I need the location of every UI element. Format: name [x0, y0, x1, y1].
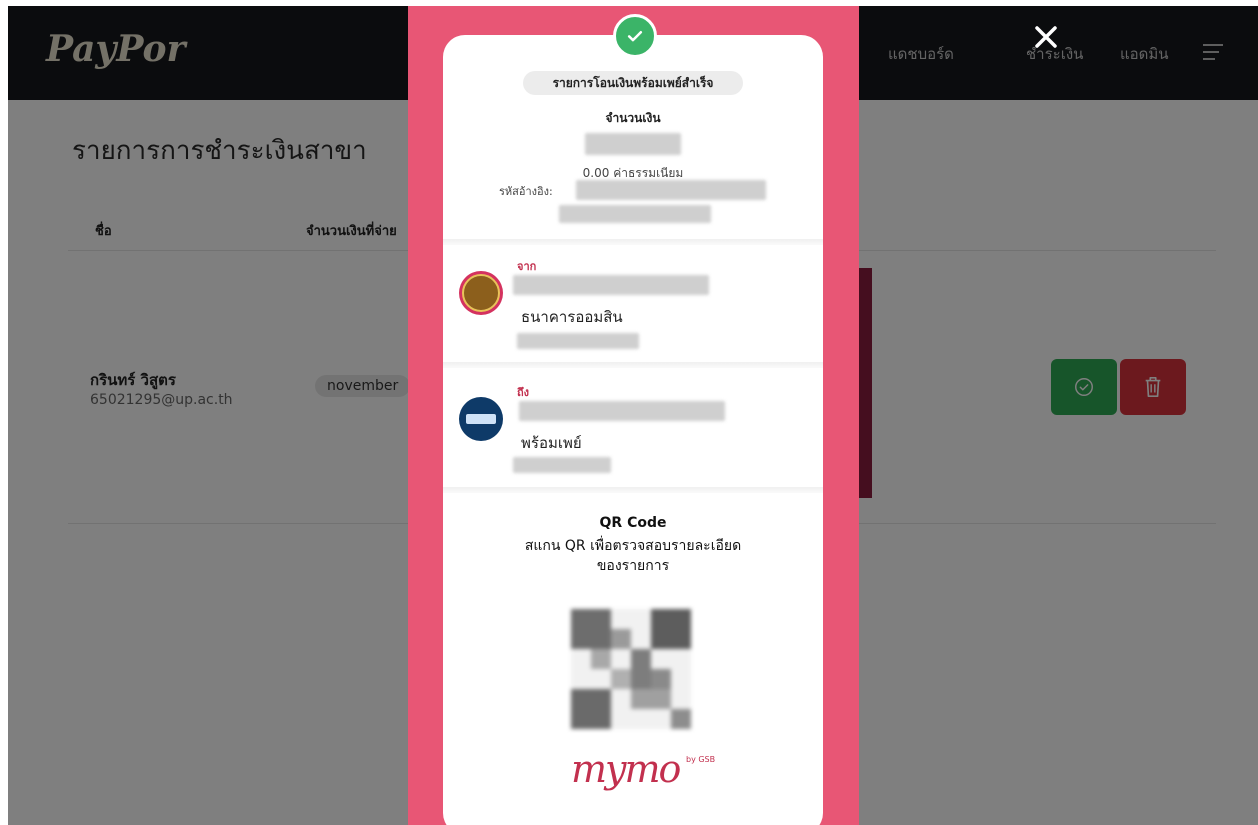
qr-description-line2: ของรายการ [596, 558, 670, 574]
amount-value [585, 133, 681, 155]
amount-label: จำนวนเงิน [605, 111, 661, 125]
receiver-name [519, 401, 725, 421]
receiver-account [513, 457, 611, 473]
sender-name [513, 275, 709, 295]
qr-code-image [571, 609, 691, 729]
qr-title: QR Code [599, 515, 667, 531]
close-button[interactable] [1031, 22, 1061, 52]
qr-description-line1: สแกน QR เพื่อตรวจสอบรายละเอียด [524, 538, 742, 554]
check-icon [627, 31, 643, 42]
section-divider [443, 362, 823, 368]
gsb-bank-logo [459, 271, 503, 315]
success-status: รายการโอนเงินพร้อมเพย์สำเร็จ [523, 71, 743, 95]
mymo-logo: mymo [571, 747, 681, 791]
promptpay-logo [459, 397, 503, 441]
sender-bank: ธนาคารออมสิน [521, 308, 623, 326]
success-badge [613, 14, 657, 58]
close-icon [1035, 26, 1057, 48]
section-divider [443, 239, 823, 245]
mymo-logo-sub: by GSB [686, 755, 716, 764]
slip-card: รายการโอนเงินพร้อมเพย์สำเร็จ จำนวนเงิน 0… [443, 35, 823, 825]
reference-value [576, 180, 766, 200]
from-label: จาก [517, 260, 537, 273]
reference-label: รหัสอ้างอิง: [499, 185, 553, 198]
to-label: ถึง [517, 386, 530, 399]
sender-account [517, 333, 639, 349]
reference-value-2 [559, 205, 711, 223]
transfer-slip-image: รายการโอนเงินพร้อมเพย์สำเร็จ จำนวนเงิน 0… [408, 6, 859, 825]
app-page: PayPor แดชบอร์ด ชำระเงิน แอดมิน รายการกา… [8, 6, 1258, 825]
section-divider [443, 487, 823, 493]
receiver-bank: พร้อมเพย์ [521, 434, 582, 452]
